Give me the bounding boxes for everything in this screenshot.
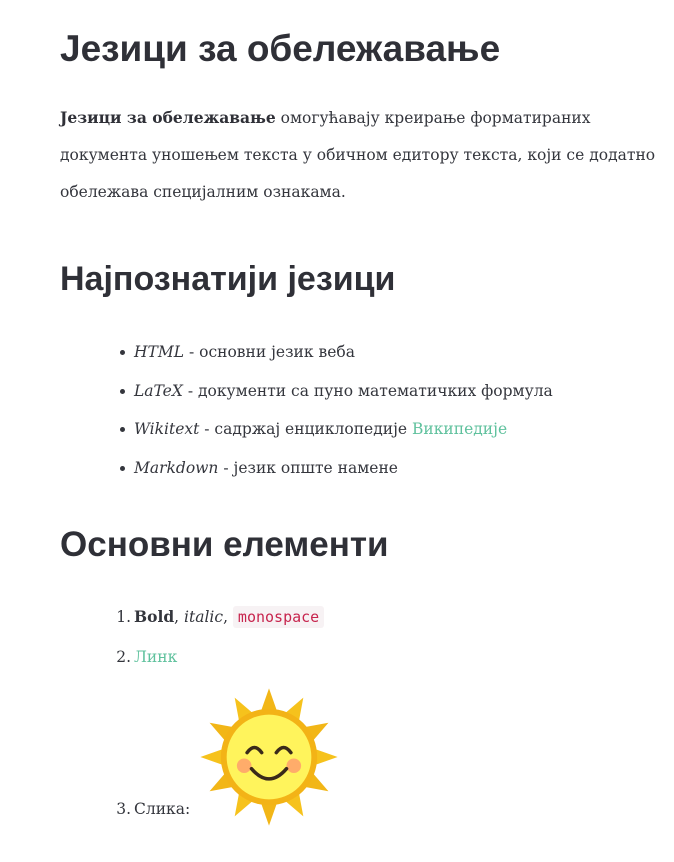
section-heading-elements: Основни елементи	[60, 525, 389, 564]
language-description: - језик опште намене	[218, 458, 398, 477]
image-label: Слика:	[134, 800, 191, 818]
list-number: 2.	[116, 648, 131, 666]
document-page: Језици за обележавање Језици за обележав…	[0, 0, 674, 862]
list-item: 3. Слика:	[116, 672, 338, 832]
language-name: HTML	[134, 343, 185, 361]
list-item: HTML - основни језик веба	[120, 339, 553, 378]
intro-paragraph: Језици за обележавање омогућавају креира…	[60, 99, 660, 211]
list-number: 3.	[116, 800, 131, 818]
page-title: Језици за обележавање	[60, 28, 501, 69]
section-heading-languages: Најпознатији језици	[60, 260, 396, 298]
sun-face	[226, 714, 312, 800]
language-name: LaTeX	[134, 381, 183, 400]
languages-list: HTML - основни језик веба LaTeX - докуме…	[120, 339, 553, 494]
list-item: 2. Линк	[116, 642, 324, 672]
language-description: - садржај енциклопедије	[199, 420, 413, 438]
sun-cheek	[236, 758, 252, 774]
separator: ,	[223, 608, 233, 626]
smiling-sun-icon	[200, 688, 338, 826]
list-item: LaTeX - документи са пуно математичких ф…	[120, 378, 553, 417]
bold-text: Bold	[134, 607, 175, 626]
list-number: 1.	[116, 608, 131, 626]
wikipedia-link[interactable]: Википедије	[412, 420, 507, 438]
example-link[interactable]: Линк	[134, 648, 177, 666]
monospace-code: monospace	[232, 606, 325, 628]
italic-text: italic	[184, 608, 224, 626]
separator: ,	[174, 608, 185, 626]
language-name: Markdown	[134, 458, 219, 477]
language-description: - документи са пуно математичких формула	[182, 381, 553, 400]
list-item: Markdown - језик опште намене	[120, 455, 553, 494]
elements-list: 1. Bold, italic, monospace 2. Линк 3. Сл…	[116, 602, 338, 832]
intro-bold-term: Језици за обележавање	[60, 108, 276, 127]
list-item: 1. Bold, italic, monospace	[116, 602, 325, 642]
list-item: Wikitext - садржај енциклопедије Википед…	[120, 416, 553, 455]
language-description: - основни језик веба	[184, 343, 355, 361]
sun-cheek	[286, 758, 302, 774]
language-name: Wikitext	[134, 420, 200, 438]
